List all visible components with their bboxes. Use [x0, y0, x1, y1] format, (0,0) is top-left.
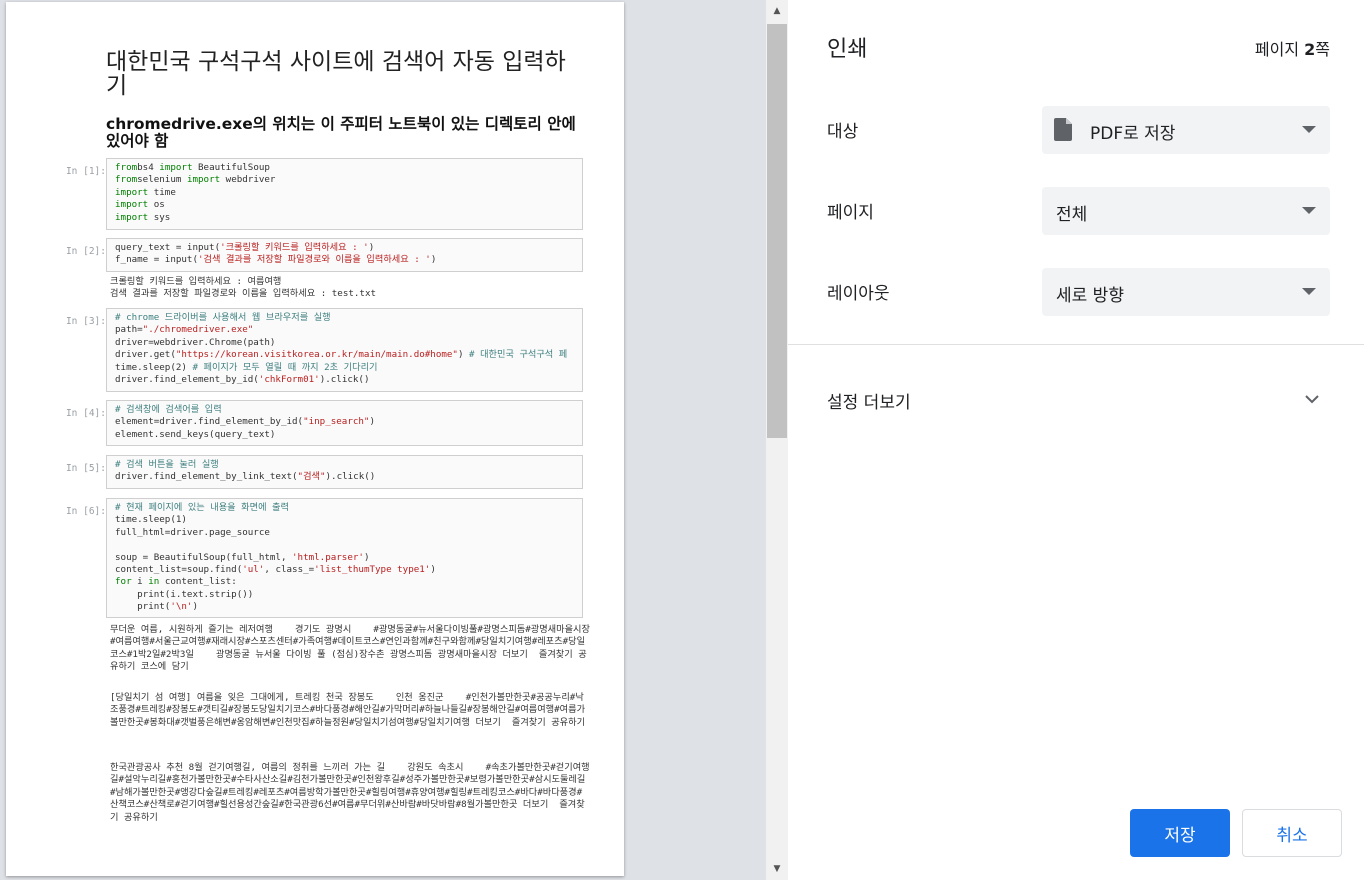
- print-preview-area: 대한민국 구석구석 사이트에 검색어 자동 입력하기 chromedrive.e…: [0, 0, 766, 880]
- code-line: # 검색 버튼을 눌러 실행: [115, 459, 219, 470]
- code-line: driver.find_element_by_link_text("검색").c…: [115, 471, 376, 483]
- code-line: path="./chromedriver.exe": [115, 324, 254, 336]
- cell-prompt: In [6]:: [65, 506, 106, 517]
- cell-6-output-item-2: [당일치기 섬 여행] 여름을 잊은 그대에게, 트레킹 천국 장봉도 인천 옹…: [110, 692, 586, 728]
- page-count-prefix: 페이지: [1254, 40, 1305, 59]
- code-box: # 검색창에 검색어를 입력 element=driver.find_elemen…: [106, 400, 583, 446]
- pdf-document-icon: [1054, 118, 1072, 141]
- cell-6-output-item-1: 무더운 여름, 시원하게 즐기는 레저여행 경기도 광명시 #광명동굴#뉴서울다…: [110, 624, 590, 673]
- code-line: import os: [115, 199, 165, 211]
- code-line: full_html=driver.page_source: [115, 526, 270, 538]
- code-line: driver=webdriver.Chrome(path): [115, 336, 276, 348]
- more-settings-toggle[interactable]: 설정 더보기: [827, 388, 911, 413]
- print-title: 인쇄: [827, 37, 868, 62]
- notebook-subtitle: chromedrive.exe의 위치는 이 주피터 노트북이 있는 디렉토리 …: [106, 115, 576, 150]
- destination-select[interactable]: PDF로 저장: [1042, 106, 1330, 154]
- save-button[interactable]: 저장: [1130, 809, 1230, 857]
- code-line: for i in content_list:: [115, 576, 237, 588]
- code-line: frombs4 import BeautifulSoup: [115, 162, 270, 173]
- code-line: print(i.text.strip()): [115, 588, 254, 600]
- cell-6-output-item-3: 한국관광공사 추천 8월 걷기여행길, 여름의 정취를 느끼러 가는 길 강원도…: [110, 762, 590, 823]
- section-divider: [788, 344, 1364, 345]
- triangle-down-icon: [1302, 288, 1316, 295]
- code-box: frombs4 import BeautifulSoup fromselenium…: [106, 158, 583, 230]
- code-line: import time: [115, 186, 176, 198]
- pages-label: 페이지: [827, 203, 874, 223]
- cell-prompt: In [1]:: [65, 166, 106, 177]
- page-count-suffix: 쪽: [1315, 40, 1330, 59]
- page-count: 페이지 2쪽: [1255, 36, 1330, 60]
- preview-page: 대한민국 구석구석 사이트에 검색어 자동 입력하기 chromedrive.e…: [6, 2, 624, 876]
- scrollbar-thumb[interactable]: [767, 24, 787, 438]
- code-line: print('\n'): [115, 601, 199, 613]
- code-line: driver.get("https://korean.visitkorea.or…: [115, 349, 568, 361]
- layout-value: 세로 방향: [1056, 286, 1124, 306]
- scroll-up-arrow-icon[interactable]: ▲: [766, 0, 788, 22]
- code-line: element=driver.find_element_by_id("inp_s…: [115, 416, 376, 428]
- print-settings-panel: 인쇄 페이지 2쪽 대상 PDF로 저장 페이지 전체 레이아웃 세로 방향 설…: [788, 0, 1364, 880]
- cell-prompt: In [2]:: [65, 246, 106, 257]
- code-box: # 검색 버튼을 눌러 실행 driver.find_element_by_lin…: [106, 455, 583, 489]
- cell-prompt: In [4]:: [65, 408, 106, 419]
- pages-select[interactable]: 전체: [1042, 187, 1330, 235]
- pages-value: 전체: [1056, 205, 1088, 225]
- code-line: import sys: [115, 211, 171, 223]
- page-count-number: 2: [1304, 40, 1316, 59]
- triangle-down-icon: [1302, 207, 1316, 214]
- code-line: time.sleep(1): [115, 514, 187, 526]
- code-box: # 현재 페이지에 있는 내용을 화면에 출력 time.sleep(1) full…: [106, 498, 583, 618]
- cell-prompt: In [3]:: [65, 316, 106, 327]
- code-line: # chrome 드라이버를 사용해서 웹 브라우저를 실행: [115, 312, 331, 323]
- triangle-down-icon: [1302, 126, 1316, 133]
- destination-value: PDF로 저장: [1090, 124, 1176, 144]
- cell-prompt: In [5]:: [65, 463, 106, 474]
- code-line: content_list=soup.find('ul', class_='lis…: [115, 564, 436, 576]
- code-line: fromselenium import webdriver: [115, 174, 276, 186]
- chevron-down-icon[interactable]: [1304, 391, 1320, 407]
- code-line: time.sleep(2) # 페이지가 모두 열릴 때 까지 2초 기다리기: [115, 361, 378, 373]
- preview-scrollbar[interactable]: ▲ ▼: [766, 0, 788, 880]
- code-line: # 검색창에 검색어를 입력: [115, 404, 222, 415]
- code-line: element.send_keys(query_text): [115, 428, 276, 440]
- layout-select[interactable]: 세로 방향: [1042, 268, 1330, 316]
- code-box: query_text = input('크롤링할 키워드를 입력하세요 : ')…: [106, 238, 583, 272]
- cancel-button[interactable]: 취소: [1242, 809, 1342, 857]
- code-line: query_text = input('크롤링할 키워드를 입력하세요 : '): [115, 242, 375, 253]
- code-line: f_name = input('검색 결과를 저장할 파일경로와 이름을 입력하…: [115, 254, 437, 266]
- code-line: soup = BeautifulSoup(full_html, 'html.pa…: [115, 551, 370, 563]
- layout-label: 레이아웃: [827, 284, 890, 304]
- destination-label: 대상: [827, 122, 859, 142]
- code-box: # chrome 드라이버를 사용해서 웹 브라우저를 실행 path="./ch…: [106, 308, 583, 392]
- notebook-title: 대한민국 구석구석 사이트에 검색어 자동 입력하기: [106, 49, 566, 99]
- code-line: # 현재 페이지에 있는 내용을 화면에 출력: [115, 502, 289, 513]
- cell-2-output: 크롤링할 키워드를 입력하세요 : 여름여행 검색 결과를 저장할 파일경로와 …: [110, 276, 377, 300]
- code-line: driver.find_element_by_id('chkForm01').c…: [115, 374, 370, 386]
- scroll-down-arrow-icon[interactable]: ▼: [766, 858, 788, 880]
